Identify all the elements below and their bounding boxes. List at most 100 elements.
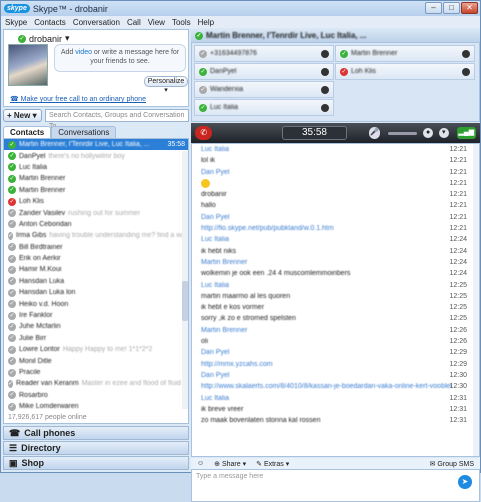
share-button[interactable]: ⊕ Share ▾ xyxy=(214,460,246,468)
microphone-icon[interactable]: 🎤 xyxy=(368,127,381,139)
emoticon-button[interactable]: ☺ xyxy=(197,460,204,467)
contact-row[interactable]: ✓ Lowre Loritor Happy Happy to me! 1*1*2*2 xyxy=(4,344,188,355)
new-button[interactable]: + New ▾ xyxy=(3,109,42,122)
free-call-link[interactable]: ☎ Make your free call to an ordinary pho… xyxy=(10,95,146,103)
directory-button[interactable]: ☰ Directory xyxy=(3,441,189,455)
contact-row[interactable]: ✓ Julie Birr xyxy=(4,333,188,344)
contact-row[interactable]: ✓ Hamir M.Koui xyxy=(4,264,188,275)
contact-row[interactable]: ✓ Bill Birdtrainer xyxy=(4,242,188,253)
menu-contacts[interactable]: Contacts xyxy=(34,18,66,27)
contact-row[interactable]: ✓ Irma Gibs having trouble understanding m… xyxy=(4,230,188,241)
participant-tile[interactable]: ✓ Loh Klis xyxy=(335,63,475,80)
add-video-link[interactable]: video xyxy=(75,49,92,56)
conversation-header[interactable]: ✓ Martin Brenner, l'Tenrdir Live, Luc It… xyxy=(191,29,480,42)
contact-mood: rushing out for summer xyxy=(68,209,141,217)
participant-tile[interactable]: ✓ Wanderxia xyxy=(194,81,334,98)
contact-row[interactable]: ✓ Ire Fanklor xyxy=(4,310,188,321)
extras-button[interactable]: ✎ Extras ▾ xyxy=(256,460,289,468)
menu-call[interactable]: Call xyxy=(127,18,141,27)
status-icon: ✓ xyxy=(8,140,16,149)
contact-row[interactable]: ✓ Mike Lomderwaren xyxy=(4,401,188,412)
contact-row[interactable]: ✓ Erik on Aerkir xyxy=(4,253,188,264)
contact-name: Bill Birdtrainer xyxy=(19,243,63,251)
contact-row[interactable]: ✓ Luc Italia xyxy=(4,162,188,173)
message-sender: Martin Brenner xyxy=(201,326,248,334)
menu-tools[interactable]: Tools xyxy=(172,18,191,27)
tab-conversations[interactable]: Conversations xyxy=(51,126,117,138)
minimize-button[interactable]: – xyxy=(425,2,442,14)
contact-name: DanPyel xyxy=(19,152,46,160)
contact-row[interactable]: ✓ Anton Ceboridan xyxy=(4,219,188,230)
close-button[interactable]: ✕ xyxy=(461,2,478,14)
chevron-down-icon[interactable]: ▾ xyxy=(438,128,449,138)
menu-skype[interactable]: Skype xyxy=(5,18,27,27)
menu-help[interactable]: Help xyxy=(198,18,214,27)
call-quality-icon[interactable]: ▂▄▆ xyxy=(456,127,476,139)
message-text: zo maak bovenlaten stonna kal rossen xyxy=(201,417,321,425)
chat-message: lol ik 12:21 xyxy=(192,155,479,166)
profile-panel: ✓ drobanir ▾ Add video or write a messag… xyxy=(3,29,189,107)
chat-message: Dan Pyel 12:29 xyxy=(192,347,479,358)
participant-tile[interactable]: ✓ DanPyel xyxy=(194,63,334,80)
contact-row[interactable]: ✓ Reader van Keranm Master in ezee and flo… xyxy=(4,378,188,389)
contact-row[interactable]: ✓ Martin Brenner, l'Tenrdir Live, Luc Ita… xyxy=(4,139,188,151)
mood-message-bubble[interactable]: Add video or write a message here for yo… xyxy=(54,44,186,72)
shop-button[interactable]: ▣ Shop xyxy=(3,456,189,470)
message-text: sorry ,ik zo e stromed spelsten xyxy=(201,315,296,323)
menu-view[interactable]: View xyxy=(148,18,165,27)
chat-message: Martin Brenner 12:24 xyxy=(192,257,479,268)
contact-row[interactable]: ✓ Martin Brenner xyxy=(4,185,188,196)
status-icon: ✓ xyxy=(340,49,348,58)
contact-row[interactable]: ✓ Zander Vasilev rushing out for summer xyxy=(4,207,188,218)
contact-row[interactable]: ✓ Rosarbro xyxy=(4,390,188,401)
send-button[interactable]: ➤ xyxy=(458,475,472,489)
tab-contacts[interactable]: Contacts xyxy=(3,126,52,138)
contact-row[interactable]: ✓ Hansdan Luka lon xyxy=(4,287,188,298)
call-phones-button[interactable]: ☎ Call phones xyxy=(3,426,189,440)
chat-message: hallo 12:21 xyxy=(192,200,479,211)
contact-row[interactable]: ✓ Juhe Mcfarlin xyxy=(4,321,188,332)
volume-slider[interactable] xyxy=(388,131,418,135)
maximize-button[interactable]: □ xyxy=(443,2,460,14)
participant-tile[interactable]: ✓ Martin Brenner xyxy=(335,45,475,62)
contact-row[interactable]: ✓ DanPyel there's no hollywilmr boy xyxy=(4,150,188,161)
message-text: martin maarmo al les quoren xyxy=(201,292,291,300)
message-time: 12:21 xyxy=(449,191,467,199)
group-sms-button[interactable]: ✉ Group SMS xyxy=(430,460,474,468)
message-time: 12:31 xyxy=(449,394,467,402)
message-link[interactable]: http://www.skalaerts.com/8/4010/8/kassan… xyxy=(201,383,452,390)
contact-name: Hansdan Luka lon xyxy=(19,289,76,297)
contact-row[interactable]: ✓ Hansdan Luka xyxy=(4,276,188,287)
message-text: wolkemin je ook een .24 4 muscomlemmoinb… xyxy=(201,270,351,278)
message-time: 12:24 xyxy=(449,236,467,244)
message-input[interactable]: Type a message here ➤ xyxy=(191,469,480,502)
hang-up-button[interactable]: ✆ xyxy=(195,126,213,140)
contact-scrollbar[interactable] xyxy=(182,151,188,409)
chat-message: Dan Pyel 12:30 xyxy=(192,370,479,381)
video-button[interactable]: ● xyxy=(423,128,433,138)
personalize-button[interactable]: Personalize ▾ xyxy=(144,76,188,94)
contact-name: Monil Ditle xyxy=(19,357,52,365)
profile-name-row[interactable]: ✓ drobanir ▾ xyxy=(18,33,70,44)
message-link[interactable]: http://mmx.yzcahs.com xyxy=(201,361,273,368)
conversation-panel: ✓ Martin Brenner, l'Tenrdir Live, Luc It… xyxy=(191,29,480,502)
scrollbar-thumb[interactable] xyxy=(182,281,188,321)
chat-message: Luc Italia 12:25 xyxy=(192,280,479,291)
contact-row[interactable]: ✓ Pracile xyxy=(4,367,188,378)
menu-conversation[interactable]: Conversation xyxy=(73,18,120,27)
contact-row[interactable]: ✓ Loh Klis xyxy=(4,196,188,207)
directory-icon: ☰ xyxy=(9,442,18,453)
avatar[interactable] xyxy=(8,44,48,86)
contact-row[interactable]: ✓ Heiko v.d. Hoon xyxy=(4,298,188,309)
message-link[interactable]: http://flo.skype.net/pub/pubkland/w.0.1.… xyxy=(201,225,334,232)
contact-row[interactable]: ✓ Martin Brenner xyxy=(4,173,188,184)
participant-tile[interactable]: ✓ Luc Italia xyxy=(194,99,334,116)
participant-tile[interactable]: ✓ +31634497876 xyxy=(194,45,334,62)
participant-name: Martin Brenner xyxy=(351,50,398,57)
contact-row[interactable]: ✓ Monil Ditle xyxy=(4,355,188,366)
chat-message: http://flo.skype.net/pub/pubkland/w.0.1.… xyxy=(192,223,479,234)
search-input[interactable]: Search Contacts, Groups and Conversation… xyxy=(45,109,189,130)
contact-name: Anton Ceboridan xyxy=(19,220,72,228)
chat-scrollbar[interactable] xyxy=(473,144,479,456)
status-icon: ✓ xyxy=(199,103,207,112)
